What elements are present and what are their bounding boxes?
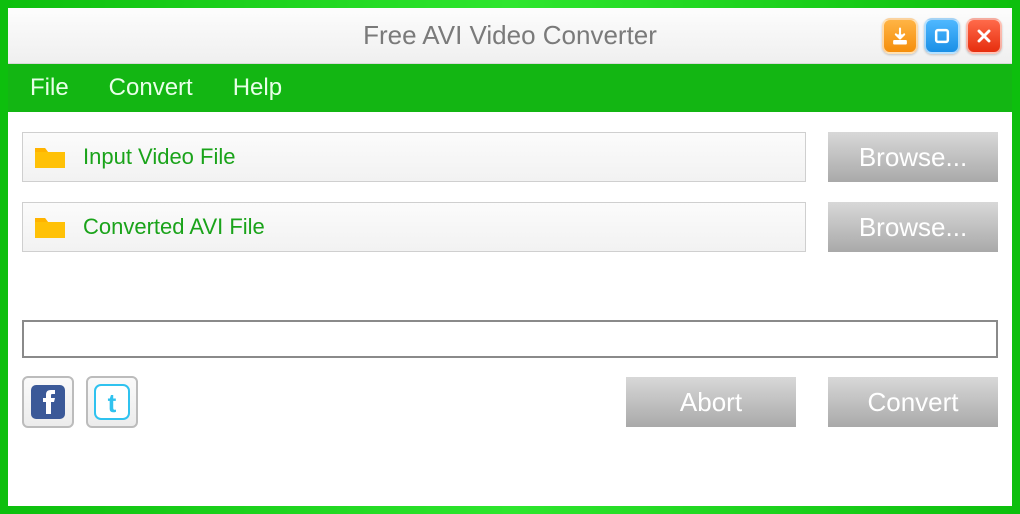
abort-button[interactable]: Abort — [626, 377, 796, 427]
folder-icon — [33, 214, 67, 240]
browse-input-button[interactable]: Browse... — [828, 132, 998, 182]
progress-bar — [22, 320, 998, 358]
browse-output-button[interactable]: Browse... — [828, 202, 998, 252]
menu-file[interactable]: File — [30, 74, 69, 102]
twitter-button[interactable]: t — [86, 376, 138, 428]
output-file-label: Converted AVI File — [83, 214, 265, 240]
facebook-icon — [30, 384, 66, 420]
twitter-icon: t — [94, 384, 130, 420]
close-button[interactable] — [966, 18, 1002, 54]
output-file-field[interactable]: Converted AVI File — [22, 202, 806, 252]
close-icon — [974, 26, 994, 46]
minimize-tray-button[interactable] — [882, 18, 918, 54]
titlebar: Free AVI Video Converter — [8, 8, 1012, 64]
footer: t Abort Convert — [22, 376, 998, 428]
menu-help[interactable]: Help — [233, 74, 282, 102]
menubar: File Convert Help — [8, 64, 1012, 112]
square-icon — [932, 26, 952, 46]
download-icon — [890, 26, 910, 46]
window-controls — [882, 18, 1002, 54]
folder-icon — [33, 144, 67, 170]
input-file-field[interactable]: Input Video File — [22, 132, 806, 182]
input-file-label: Input Video File — [83, 144, 235, 170]
maximize-button[interactable] — [924, 18, 960, 54]
content-area: Input Video File Browse... Converted AVI… — [8, 112, 1012, 506]
menu-convert[interactable]: Convert — [109, 74, 193, 102]
facebook-button[interactable] — [22, 376, 74, 428]
output-file-row: Converted AVI File Browse... — [22, 202, 998, 252]
window-title: Free AVI Video Converter — [8, 20, 1012, 51]
svg-text:t: t — [108, 388, 117, 418]
convert-button[interactable]: Convert — [828, 377, 998, 427]
input-file-row: Input Video File Browse... — [22, 132, 998, 182]
app-window: Free AVI Video Converter File Convert He… — [0, 0, 1020, 514]
